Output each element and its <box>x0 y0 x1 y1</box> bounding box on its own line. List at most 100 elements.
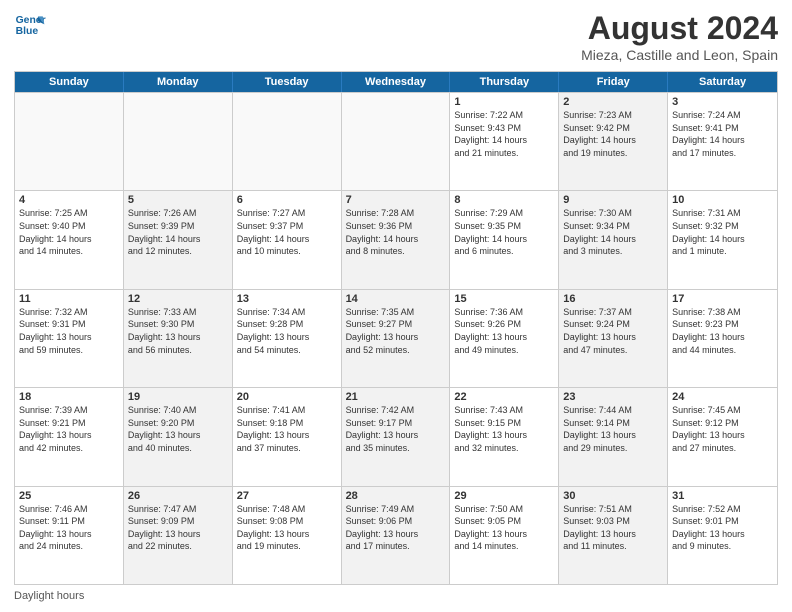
day-info: Sunrise: 7:48 AM Sunset: 9:08 PM Dayligh… <box>237 503 337 553</box>
week-row-5: 25Sunrise: 7:46 AM Sunset: 9:11 PM Dayli… <box>15 486 777 584</box>
day-cell-3: 3Sunrise: 7:24 AM Sunset: 9:41 PM Daylig… <box>668 93 777 190</box>
calendar: SundayMondayTuesdayWednesdayThursdayFrid… <box>14 71 778 585</box>
day-cell-18: 18Sunrise: 7:39 AM Sunset: 9:21 PM Dayli… <box>15 388 124 485</box>
empty-cell-0-0 <box>15 93 124 190</box>
day-cell-27: 27Sunrise: 7:48 AM Sunset: 9:08 PM Dayli… <box>233 487 342 584</box>
day-cell-4: 4Sunrise: 7:25 AM Sunset: 9:40 PM Daylig… <box>15 191 124 288</box>
logo: General Blue <box>14 10 46 42</box>
day-info: Sunrise: 7:41 AM Sunset: 9:18 PM Dayligh… <box>237 404 337 454</box>
day-number: 26 <box>128 490 228 502</box>
day-info: Sunrise: 7:52 AM Sunset: 9:01 PM Dayligh… <box>672 503 773 553</box>
day-cell-8: 8Sunrise: 7:29 AM Sunset: 9:35 PM Daylig… <box>450 191 559 288</box>
day-number: 5 <box>128 194 228 206</box>
day-cell-12: 12Sunrise: 7:33 AM Sunset: 9:30 PM Dayli… <box>124 290 233 387</box>
day-info: Sunrise: 7:50 AM Sunset: 9:05 PM Dayligh… <box>454 503 554 553</box>
day-number: 2 <box>563 96 663 108</box>
day-number: 8 <box>454 194 554 206</box>
day-header-thursday: Thursday <box>450 72 559 92</box>
day-cell-29: 29Sunrise: 7:50 AM Sunset: 9:05 PM Dayli… <box>450 487 559 584</box>
subtitle: Mieza, Castille and Leon, Spain <box>581 47 778 63</box>
day-cell-30: 30Sunrise: 7:51 AM Sunset: 9:03 PM Dayli… <box>559 487 668 584</box>
day-number: 21 <box>346 391 446 403</box>
footer: Daylight hours <box>14 590 778 602</box>
day-header-friday: Friday <box>559 72 668 92</box>
day-cell-14: 14Sunrise: 7:35 AM Sunset: 9:27 PM Dayli… <box>342 290 451 387</box>
day-cell-17: 17Sunrise: 7:38 AM Sunset: 9:23 PM Dayli… <box>668 290 777 387</box>
day-number: 22 <box>454 391 554 403</box>
day-number: 10 <box>672 194 773 206</box>
day-number: 28 <box>346 490 446 502</box>
week-row-1: 1Sunrise: 7:22 AM Sunset: 9:43 PM Daylig… <box>15 92 777 190</box>
day-info: Sunrise: 7:28 AM Sunset: 9:36 PM Dayligh… <box>346 207 446 257</box>
day-cell-10: 10Sunrise: 7:31 AM Sunset: 9:32 PM Dayli… <box>668 191 777 288</box>
day-info: Sunrise: 7:33 AM Sunset: 9:30 PM Dayligh… <box>128 306 228 356</box>
day-info: Sunrise: 7:42 AM Sunset: 9:17 PM Dayligh… <box>346 404 446 454</box>
empty-cell-0-1 <box>124 93 233 190</box>
svg-text:Blue: Blue <box>16 26 39 37</box>
day-info: Sunrise: 7:26 AM Sunset: 9:39 PM Dayligh… <box>128 207 228 257</box>
day-number: 16 <box>563 293 663 305</box>
day-info: Sunrise: 7:49 AM Sunset: 9:06 PM Dayligh… <box>346 503 446 553</box>
day-cell-20: 20Sunrise: 7:41 AM Sunset: 9:18 PM Dayli… <box>233 388 342 485</box>
day-number: 30 <box>563 490 663 502</box>
main-title: August 2024 <box>581 10 778 47</box>
day-info: Sunrise: 7:40 AM Sunset: 9:20 PM Dayligh… <box>128 404 228 454</box>
daylight-hours-label: Daylight hours <box>14 590 84 602</box>
day-number: 29 <box>454 490 554 502</box>
calendar-header: SundayMondayTuesdayWednesdayThursdayFrid… <box>15 72 777 92</box>
week-row-4: 18Sunrise: 7:39 AM Sunset: 9:21 PM Dayli… <box>15 387 777 485</box>
day-info: Sunrise: 7:35 AM Sunset: 9:27 PM Dayligh… <box>346 306 446 356</box>
day-info: Sunrise: 7:22 AM Sunset: 9:43 PM Dayligh… <box>454 109 554 159</box>
day-number: 19 <box>128 391 228 403</box>
day-number: 11 <box>19 293 119 305</box>
day-cell-2: 2Sunrise: 7:23 AM Sunset: 9:42 PM Daylig… <box>559 93 668 190</box>
day-header-monday: Monday <box>124 72 233 92</box>
calendar-body: 1Sunrise: 7:22 AM Sunset: 9:43 PM Daylig… <box>15 92 777 584</box>
day-cell-31: 31Sunrise: 7:52 AM Sunset: 9:01 PM Dayli… <box>668 487 777 584</box>
day-cell-13: 13Sunrise: 7:34 AM Sunset: 9:28 PM Dayli… <box>233 290 342 387</box>
day-number: 1 <box>454 96 554 108</box>
day-number: 6 <box>237 194 337 206</box>
day-number: 12 <box>128 293 228 305</box>
day-cell-24: 24Sunrise: 7:45 AM Sunset: 9:12 PM Dayli… <box>668 388 777 485</box>
day-number: 24 <box>672 391 773 403</box>
day-info: Sunrise: 7:32 AM Sunset: 9:31 PM Dayligh… <box>19 306 119 356</box>
logo-icon: General Blue <box>14 10 46 42</box>
day-cell-6: 6Sunrise: 7:27 AM Sunset: 9:37 PM Daylig… <box>233 191 342 288</box>
empty-cell-0-2 <box>233 93 342 190</box>
day-cell-16: 16Sunrise: 7:37 AM Sunset: 9:24 PM Dayli… <box>559 290 668 387</box>
day-info: Sunrise: 7:29 AM Sunset: 9:35 PM Dayligh… <box>454 207 554 257</box>
day-number: 23 <box>563 391 663 403</box>
week-row-2: 4Sunrise: 7:25 AM Sunset: 9:40 PM Daylig… <box>15 190 777 288</box>
day-info: Sunrise: 7:34 AM Sunset: 9:28 PM Dayligh… <box>237 306 337 356</box>
day-info: Sunrise: 7:23 AM Sunset: 9:42 PM Dayligh… <box>563 109 663 159</box>
day-number: 27 <box>237 490 337 502</box>
day-info: Sunrise: 7:25 AM Sunset: 9:40 PM Dayligh… <box>19 207 119 257</box>
day-info: Sunrise: 7:30 AM Sunset: 9:34 PM Dayligh… <box>563 207 663 257</box>
day-info: Sunrise: 7:24 AM Sunset: 9:41 PM Dayligh… <box>672 109 773 159</box>
day-cell-15: 15Sunrise: 7:36 AM Sunset: 9:26 PM Dayli… <box>450 290 559 387</box>
day-cell-28: 28Sunrise: 7:49 AM Sunset: 9:06 PM Dayli… <box>342 487 451 584</box>
day-cell-23: 23Sunrise: 7:44 AM Sunset: 9:14 PM Dayli… <box>559 388 668 485</box>
day-number: 7 <box>346 194 446 206</box>
day-number: 17 <box>672 293 773 305</box>
day-info: Sunrise: 7:47 AM Sunset: 9:09 PM Dayligh… <box>128 503 228 553</box>
day-number: 3 <box>672 96 773 108</box>
day-cell-19: 19Sunrise: 7:40 AM Sunset: 9:20 PM Dayli… <box>124 388 233 485</box>
page: General Blue August 2024 Mieza, Castille… <box>0 0 792 612</box>
day-number: 18 <box>19 391 119 403</box>
empty-cell-0-3 <box>342 93 451 190</box>
day-header-sunday: Sunday <box>15 72 124 92</box>
day-cell-11: 11Sunrise: 7:32 AM Sunset: 9:31 PM Dayli… <box>15 290 124 387</box>
day-info: Sunrise: 7:31 AM Sunset: 9:32 PM Dayligh… <box>672 207 773 257</box>
day-info: Sunrise: 7:37 AM Sunset: 9:24 PM Dayligh… <box>563 306 663 356</box>
day-header-wednesday: Wednesday <box>342 72 451 92</box>
day-number: 25 <box>19 490 119 502</box>
day-cell-21: 21Sunrise: 7:42 AM Sunset: 9:17 PM Dayli… <box>342 388 451 485</box>
day-cell-25: 25Sunrise: 7:46 AM Sunset: 9:11 PM Dayli… <box>15 487 124 584</box>
day-cell-9: 9Sunrise: 7:30 AM Sunset: 9:34 PM Daylig… <box>559 191 668 288</box>
day-cell-7: 7Sunrise: 7:28 AM Sunset: 9:36 PM Daylig… <box>342 191 451 288</box>
week-row-3: 11Sunrise: 7:32 AM Sunset: 9:31 PM Dayli… <box>15 289 777 387</box>
day-cell-26: 26Sunrise: 7:47 AM Sunset: 9:09 PM Dayli… <box>124 487 233 584</box>
day-info: Sunrise: 7:44 AM Sunset: 9:14 PM Dayligh… <box>563 404 663 454</box>
